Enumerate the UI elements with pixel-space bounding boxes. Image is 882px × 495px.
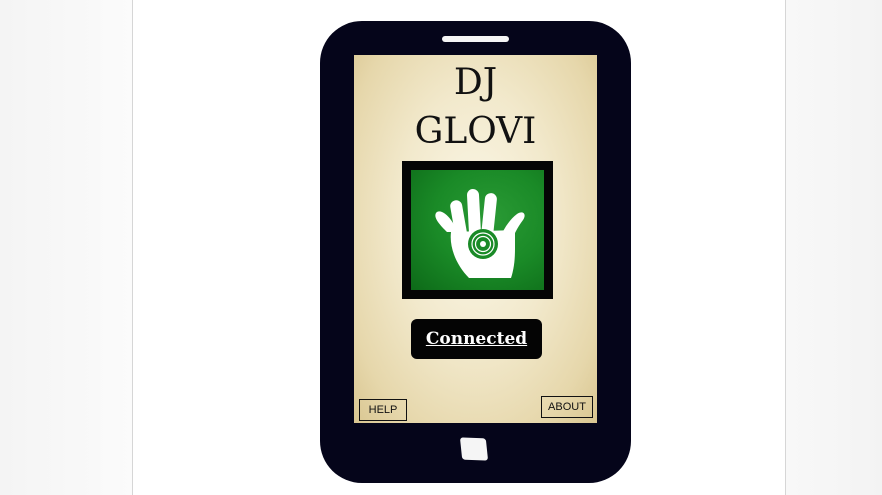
app-title-line2: GLOVI bbox=[414, 111, 537, 152]
phone-screen: DJ GLOVI Connected HELP ABOUT bbox=[354, 55, 597, 423]
app-logo bbox=[402, 161, 553, 299]
phone-home-button[interactable] bbox=[459, 437, 489, 461]
page-border-right bbox=[785, 0, 786, 495]
page-border-left bbox=[132, 0, 133, 495]
help-button[interactable]: HELP bbox=[359, 399, 407, 421]
phone-speaker bbox=[442, 36, 509, 42]
about-button[interactable]: ABOUT bbox=[541, 396, 593, 418]
logo-background bbox=[411, 170, 544, 290]
connection-status-badge: Connected bbox=[411, 319, 542, 359]
phone-mockup: DJ GLOVI Connected HELP ABOUT bbox=[320, 21, 631, 483]
app-title-line1: DJ bbox=[453, 62, 498, 103]
hand-with-vinyl-icon bbox=[435, 189, 525, 278]
